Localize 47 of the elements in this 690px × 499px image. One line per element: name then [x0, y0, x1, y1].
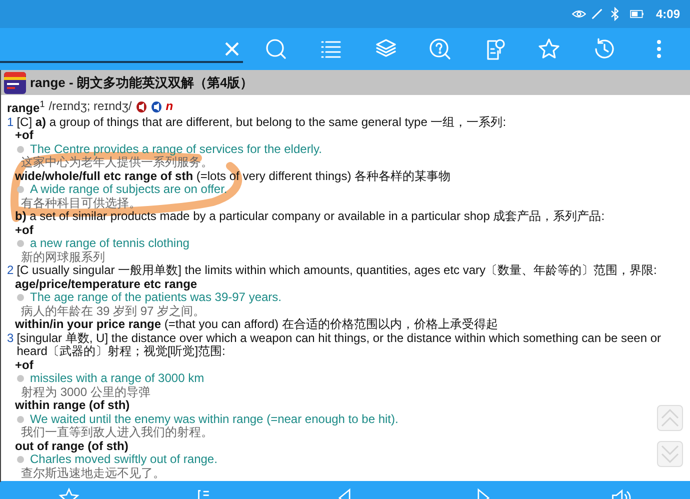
grammar-pattern: within range (of sth) — [15, 399, 130, 412]
pronunciation: /reɪndʒ; reɪndʒ/ — [48, 100, 132, 114]
bullet-icon — [17, 456, 24, 464]
american-audio-icon[interactable] — [150, 100, 162, 113]
chinese-translation: 查尔斯迅速地走远不见了。 — [21, 466, 165, 480]
grammar-pattern: +of — [15, 358, 34, 372]
chinese-translation: 病人的年龄在 39 岁到 97 岁之间。 — [21, 304, 206, 318]
help-search-icon[interactable] — [428, 37, 452, 61]
grammar-pattern: out of range (of sth) — [15, 440, 128, 453]
entry-title: range - 朗文多功能英汉双解（第4版） — [30, 74, 254, 92]
bullet-icon — [17, 146, 24, 153]
bullet-icon — [17, 186, 24, 194]
dictionary-book-icon — [4, 72, 26, 94]
chinese-translation: 新的网球服系列 — [21, 250, 105, 264]
bullet-icon — [17, 416, 24, 423]
grammar-pattern: +of — [15, 224, 34, 237]
grammar-pattern: age/price/temperature etc range — [15, 278, 198, 291]
search-icon[interactable] — [264, 37, 288, 61]
pen-icon — [590, 7, 604, 21]
chinese-translation: 我们一直等到敌人进入我们的射程。 — [21, 426, 213, 440]
phrase-text: within/in your price range (=that you can afford) 在合适的价格范围以内，价格上承受得起 — [15, 318, 498, 332]
clock-time: 4:09 — [656, 7, 680, 21]
bullet-icon — [17, 240, 24, 248]
example-sentence: a new range of tennis clothing — [30, 237, 190, 250]
example-sentence: Charles moved swiftly out of range. — [30, 453, 218, 466]
sense-number: 1 — [7, 116, 14, 129]
example-sentence: A wide range of subjects are on offer. — [30, 183, 228, 196]
close-icon[interactable] — [225, 42, 239, 56]
example-sentence: The age range of the patients was 39-97 years. — [30, 291, 282, 304]
example-sentence: The Centre provides a range of services for the elderly. — [30, 142, 322, 156]
history-icon[interactable] — [592, 37, 616, 61]
chinese-translation: 射程为 3000 公里的导弹 — [21, 386, 150, 399]
bullet-icon — [17, 375, 24, 382]
chinese-translation: 有各种科目可供选择。 — [21, 196, 141, 210]
star-icon[interactable] — [537, 37, 562, 61]
definition-text: [singular 单数, U] the distance over which a weapon can hit things, or the distance within which something can be seen or heard〔武器的〕射程；视觉[听觉]范围: — [16, 332, 662, 358]
example-sentence: We waited until the enemy was within range (=near enough to be hit). — [30, 412, 398, 426]
example-sentence: missiles with a range of 3000 km — [30, 372, 204, 386]
definition-text: [C] a) a group of things that are different, but belong to the same general type 一组，一系列: — [16, 116, 506, 129]
headword: range$^{1}$ — [7, 98, 45, 116]
sense-number: 2 — [7, 264, 14, 278]
british-audio-icon[interactable] — [136, 100, 147, 113]
bullet-icon — [17, 294, 24, 302]
definition-text: [C usually singular 一般用单数] the limits within which amounts, quantities, ages etc vary〔数量、年龄等的〕范围，界限: — [16, 264, 657, 278]
grammar-pattern: +of — [15, 129, 34, 142]
part-of-speech: n — [166, 100, 174, 114]
sense-number: 3 — [7, 332, 14, 345]
